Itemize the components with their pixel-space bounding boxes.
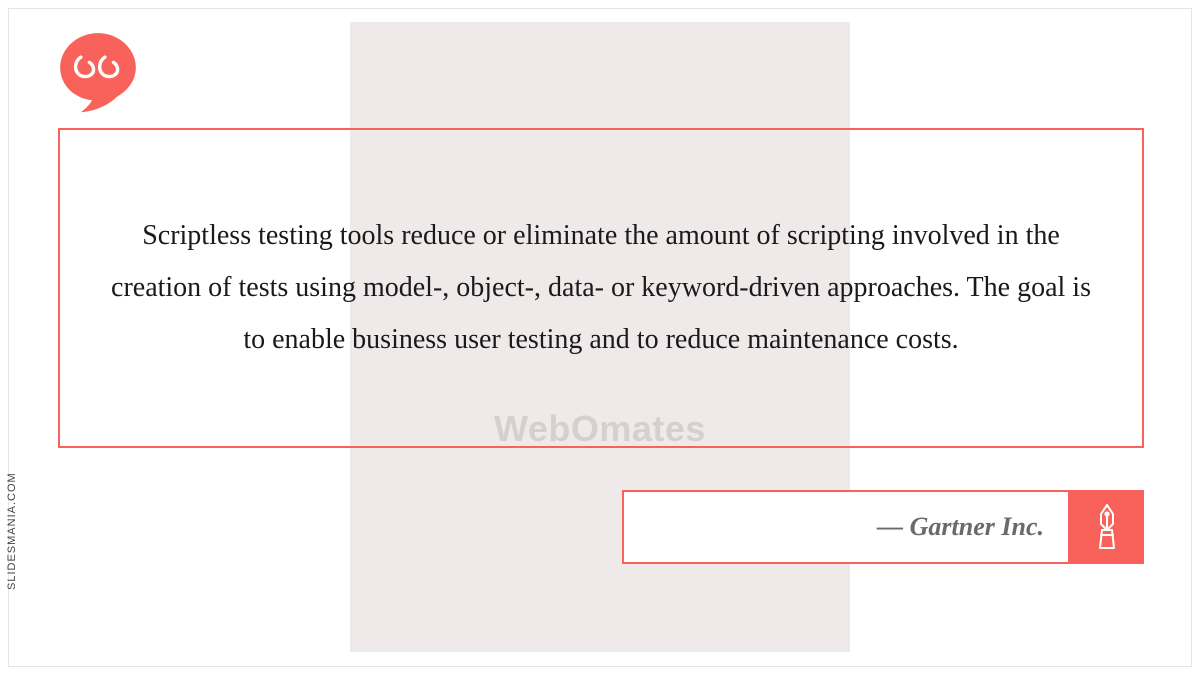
- attribution-box: — Gartner Inc.: [622, 490, 1070, 564]
- quote-body: Scriptless testing tools reduce or elimi…: [111, 210, 1091, 365]
- quote-mark-icon: [55, 28, 141, 114]
- credit-text: SLIDESMANIA.COM: [6, 472, 18, 590]
- attribution-text: — Gartner Inc.: [877, 512, 1044, 542]
- fountain-pen-icon: [1070, 490, 1144, 564]
- slide: WebOmates Scriptless testing tools reduc…: [0, 0, 1200, 675]
- quote-box: Scriptless testing tools reduce or elimi…: [58, 128, 1144, 448]
- attribution-name: Gartner Inc.: [910, 512, 1044, 541]
- attribution-prefix: —: [877, 512, 910, 541]
- attribution-bar: — Gartner Inc.: [622, 490, 1144, 564]
